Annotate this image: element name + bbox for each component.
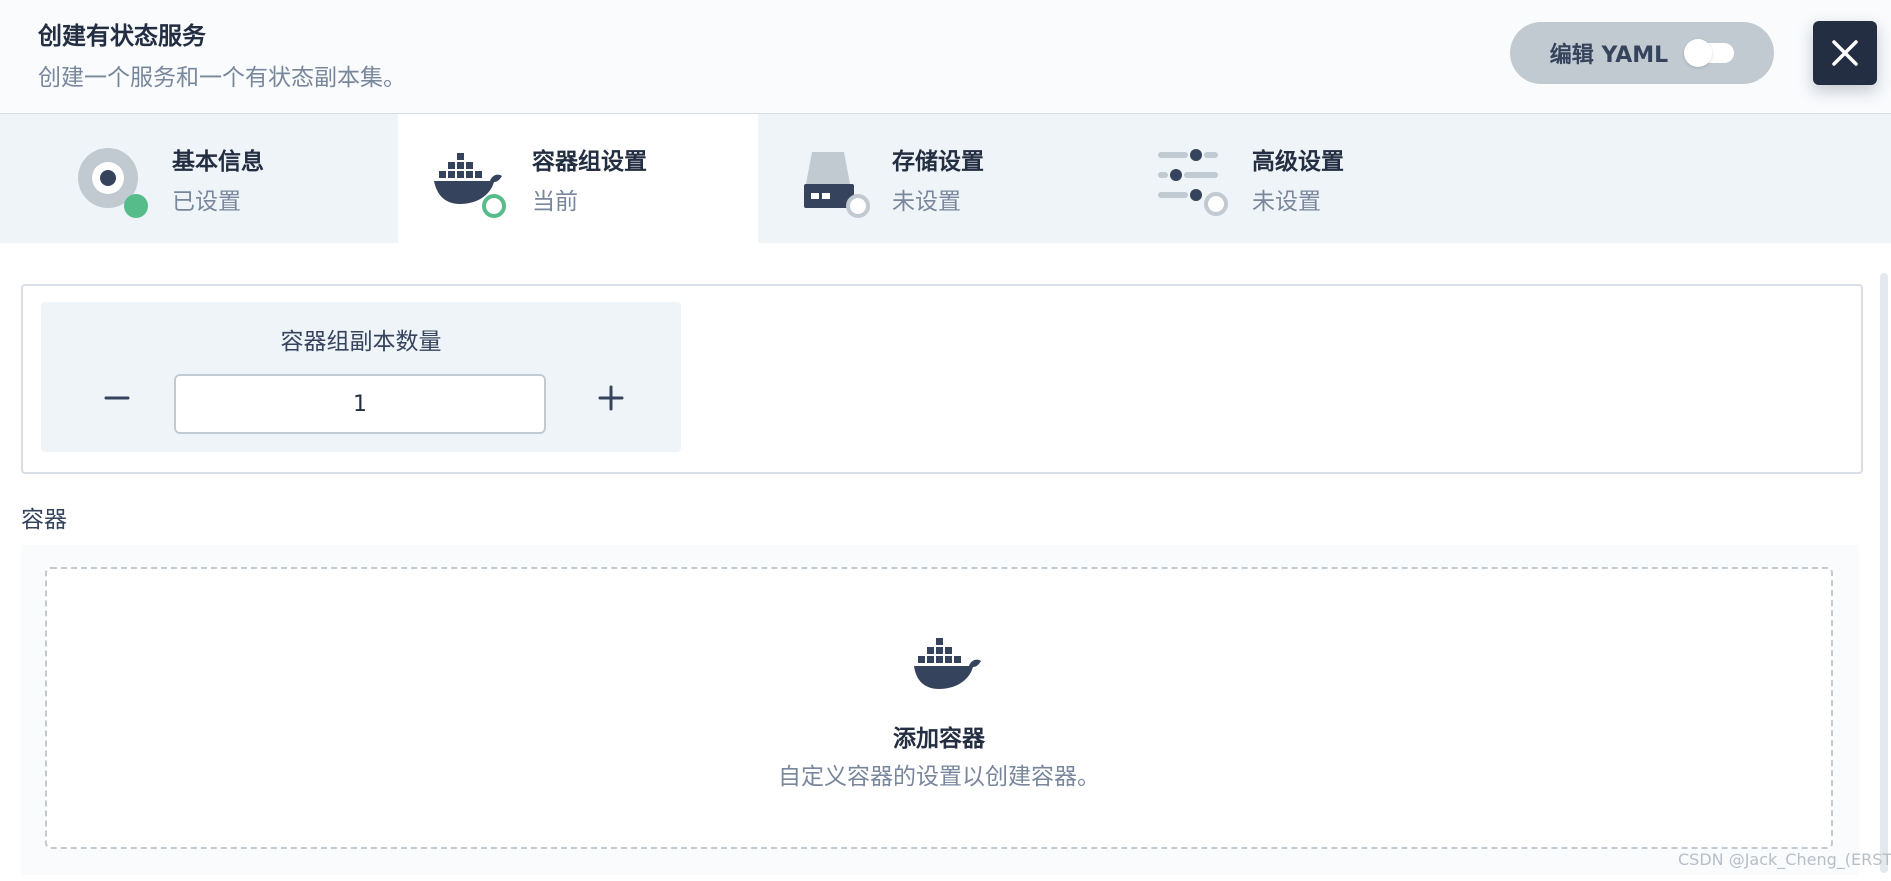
create-statefulset-dialog: 创建有状态服务 创建一个服务和一个有状态副本集。 编辑 YAML 基本信息 已设… <box>0 0 1891 881</box>
add-container-description: 自定义容器的设置以创建容器。 <box>778 764 1100 790</box>
yaml-toggle-switch[interactable] <box>1684 39 1735 67</box>
replica-settings-card: 容器组副本数量 <box>21 284 1863 474</box>
docker-icon <box>434 153 506 218</box>
step-basic-info[interactable]: 基本信息 已设置 <box>0 114 360 243</box>
dialog-header: 创建有状态服务 创建一个服务和一个有状态副本集。 编辑 YAML <box>0 0 1891 114</box>
containers-area: 添加容器 自定义容器的设置以创建容器。 <box>21 545 1859 875</box>
replica-count-input[interactable] <box>174 374 546 434</box>
step-title: 容器组设置 <box>532 149 647 175</box>
dialog-title: 创建有状态服务 <box>38 22 206 50</box>
sliders-icon <box>1158 149 1228 216</box>
disc-icon <box>78 148 148 218</box>
edit-yaml-toggle-button[interactable]: 编辑 YAML <box>1510 22 1774 84</box>
step-storage-settings[interactable]: 存储设置 未设置 <box>758 114 1118 243</box>
step-status: 未设置 <box>1252 189 1321 215</box>
drive-icon <box>804 152 870 218</box>
plus-icon <box>598 385 624 411</box>
step-title: 基本信息 <box>172 149 264 175</box>
step-status: 当前 <box>532 189 578 215</box>
replica-count-label: 容器组副本数量 <box>280 329 442 355</box>
step-status: 未设置 <box>892 189 961 215</box>
step-advanced-settings[interactable]: 高级设置 未设置 <box>1118 114 1478 243</box>
close-icon <box>1832 40 1858 66</box>
docker-icon <box>914 638 981 689</box>
edit-yaml-label: 编辑 YAML <box>1549 43 1669 68</box>
step-title: 存储设置 <box>892 149 984 175</box>
yaml-toggle-knob <box>1684 39 1713 67</box>
step-status: 已设置 <box>172 189 241 215</box>
wizard-steps: 基本信息 已设置 容器组设置 当前 存储设置 未设置 高级设置 未设置 <box>0 114 1891 243</box>
vertical-scrollbar[interactable] <box>1877 243 1891 881</box>
increment-button[interactable] <box>587 374 635 422</box>
watermark: CSDN @Jack_Cheng_(ERSTATE) <box>1678 850 1891 869</box>
add-container-button[interactable]: 添加容器 自定义容器的设置以创建容器。 <box>45 567 1833 849</box>
containers-section-label: 容器 <box>21 507 67 533</box>
replica-count-control: 容器组副本数量 <box>41 302 681 452</box>
close-button[interactable] <box>1813 21 1877 85</box>
dialog-subtitle: 创建一个服务和一个有状态副本集。 <box>38 65 406 91</box>
add-container-title: 添加容器 <box>893 726 985 752</box>
step-title: 高级设置 <box>1252 149 1344 175</box>
decrement-button[interactable] <box>93 374 141 422</box>
step-pod-settings[interactable]: 容器组设置 当前 <box>398 114 758 243</box>
minus-icon <box>104 396 130 400</box>
scrollbar-thumb[interactable] <box>1880 273 1888 873</box>
